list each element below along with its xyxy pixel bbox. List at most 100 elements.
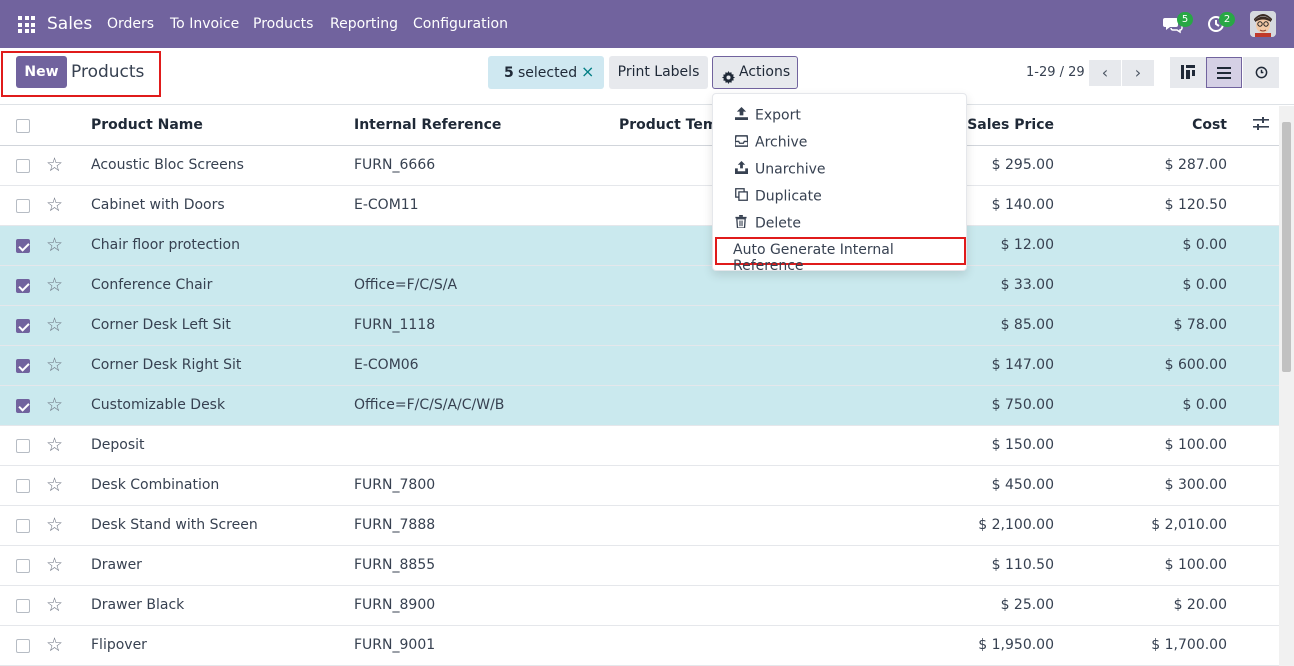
star-icon[interactable]: ☆	[46, 195, 63, 215]
star-icon[interactable]: ☆	[46, 555, 63, 575]
menu-item-delete[interactable]: Delete	[735, 215, 801, 232]
cell-sales-price: $ 85.00	[1000, 317, 1054, 333]
actions-button[interactable]: Actions	[712, 56, 798, 89]
pager-previous-icon[interactable]: ‹	[1089, 60, 1121, 86]
cell-product-name: Desk Combination	[91, 477, 220, 493]
star-icon[interactable]: ☆	[46, 235, 63, 255]
header-product-name[interactable]: Product Name	[91, 117, 203, 133]
row-checkbox[interactable]	[16, 159, 30, 173]
cell-internal-reference: FURN_7888	[354, 517, 436, 533]
menu-item-archive[interactable]: Archive	[734, 134, 807, 151]
activity-badge: 2	[1219, 12, 1235, 27]
menu-item-auto-generate-internal-reference[interactable]: Auto Generate Internal Reference	[733, 242, 966, 274]
table-row[interactable]: ☆ Desk Stand with Screen FURN_7888 $ 2,100.…	[0, 506, 1279, 546]
menu-item-export[interactable]: Export	[735, 107, 801, 124]
table-row[interactable]: ☆ Flipover FURN_9001 $ 1,950.00 $ 1,700.00	[0, 626, 1279, 666]
menu-products[interactable]: Products	[253, 16, 313, 32]
star-icon[interactable]: ☆	[46, 475, 63, 495]
table-row[interactable]: ☆ Deposit $ 150.00 $ 100.00	[0, 426, 1279, 466]
star-icon[interactable]: ☆	[46, 435, 63, 455]
star-icon[interactable]: ☆	[46, 355, 63, 375]
cell-product-name: Corner Desk Right Sit	[91, 357, 242, 373]
gear-icon	[722, 65, 735, 96]
page-title[interactable]: Products	[71, 62, 144, 82]
cell-sales-price: $ 295.00	[991, 157, 1054, 173]
optional-columns-icon[interactable]	[1253, 117, 1269, 135]
table-row[interactable]: ☆ Corner Desk Right Sit E-COM06 $ 147.00 $ 6…	[0, 346, 1279, 386]
cell-sales-price: $ 33.00	[1000, 277, 1054, 293]
cell-product-name: Flipover	[91, 637, 147, 653]
new-button[interactable]: New	[16, 56, 67, 88]
row-checkbox[interactable]	[16, 519, 30, 533]
row-checkbox[interactable]	[16, 319, 30, 333]
pager-value[interactable]: 1-29 / 29	[1026, 65, 1085, 80]
trash-icon	[735, 215, 749, 232]
table-row[interactable]: ☆ Drawer FURN_8855 $ 110.50 $ 100.00	[0, 546, 1279, 586]
table-row[interactable]: ☆ Customizable Desk Office=F/C/S/A/C/W/B $ …	[0, 386, 1279, 426]
row-checkbox[interactable]	[16, 479, 30, 493]
cell-internal-reference: FURN_1118	[354, 317, 436, 333]
user-avatar[interactable]	[1250, 11, 1276, 37]
menu-orders[interactable]: Orders	[107, 16, 154, 32]
app-name[interactable]: Sales	[47, 14, 92, 34]
cell-product-name: Deposit	[91, 437, 145, 453]
row-checkbox[interactable]	[16, 239, 30, 253]
actions-dropdown: Export Archive Unarchive Duplicate Delet…	[712, 93, 967, 274]
menu-configuration[interactable]: Configuration	[413, 16, 508, 32]
cell-cost: $ 300.00	[1164, 477, 1227, 493]
table-row[interactable]: ☆ Acoustic Bloc Screens FURN_6666 $ 295.00 $…	[0, 146, 1279, 186]
cell-product-name: Chair floor protection	[91, 237, 240, 253]
menu-to-invoice[interactable]: To Invoice	[170, 16, 239, 32]
cell-product-name: Corner Desk Left Sit	[91, 317, 231, 333]
cell-product-name: Desk Stand with Screen	[91, 517, 258, 533]
activity-view-icon[interactable]	[1243, 57, 1279, 88]
star-icon[interactable]: ☆	[46, 395, 63, 415]
apps-grid-icon[interactable]	[18, 16, 35, 33]
star-icon[interactable]: ☆	[46, 315, 63, 335]
select-all-checkbox[interactable]	[16, 119, 30, 133]
star-icon[interactable]: ☆	[46, 275, 63, 295]
row-checkbox[interactable]	[16, 359, 30, 373]
row-checkbox[interactable]	[16, 559, 30, 573]
star-icon[interactable]: ☆	[46, 515, 63, 535]
header-cost[interactable]: Cost	[1192, 117, 1227, 133]
table-row[interactable]: ☆ Conference Chair Office=F/C/S/A $ 33.00 $ …	[0, 266, 1279, 306]
header-internal-reference[interactable]: Internal Reference	[354, 117, 501, 133]
table-row[interactable]: ☆ Chair floor protection $ 12.00 $ 0.00	[0, 226, 1279, 266]
cell-cost: $ 0.00	[1182, 237, 1227, 253]
row-checkbox[interactable]	[16, 439, 30, 453]
print-labels-button[interactable]: Print Labels	[609, 56, 708, 89]
cell-product-name: Acoustic Bloc Screens	[91, 157, 244, 173]
table-row[interactable]: ☆ Cabinet with Doors E-COM11 $ 140.00 $ 120.…	[0, 186, 1279, 226]
cell-cost: $ 20.00	[1173, 597, 1227, 613]
scrollbar-thumb[interactable]	[1282, 122, 1291, 372]
clear-selection-icon[interactable]: ×	[581, 62, 594, 81]
table-header: Product Name Internal Reference Product …	[0, 106, 1279, 146]
star-icon[interactable]: ☆	[46, 635, 63, 655]
control-panel: New Products 5 selected × Print Labels A…	[0, 48, 1294, 105]
row-checkbox[interactable]	[16, 399, 30, 413]
cell-sales-price: $ 750.00	[991, 397, 1054, 413]
menu-item-unarchive[interactable]: Unarchive	[735, 161, 826, 178]
table-row[interactable]: ☆ Desk Combination FURN_7800 $ 450.00 $ 300.…	[0, 466, 1279, 506]
table-row[interactable]: ☆ Drawer Black FURN_8900 $ 25.00 $ 20.00	[0, 586, 1279, 626]
scrollbar[interactable]	[1279, 106, 1294, 666]
cell-internal-reference: E-COM11	[354, 197, 419, 213]
cell-internal-reference: FURN_8900	[354, 597, 436, 613]
list-view-icon[interactable]	[1206, 57, 1242, 88]
row-checkbox[interactable]	[16, 199, 30, 213]
star-icon[interactable]: ☆	[46, 155, 63, 175]
table-row[interactable]: ☆ Corner Desk Left Sit FURN_1118 $ 85.00 $ 7…	[0, 306, 1279, 346]
menu-reporting[interactable]: Reporting	[330, 16, 398, 32]
row-checkbox[interactable]	[16, 599, 30, 613]
pager-next-icon[interactable]: ›	[1122, 60, 1154, 86]
cell-internal-reference: FURN_6666	[354, 157, 436, 173]
header-sales-price[interactable]: Sales Price	[967, 117, 1054, 133]
row-checkbox[interactable]	[16, 279, 30, 293]
kanban-view-icon[interactable]	[1170, 57, 1206, 88]
star-icon[interactable]: ☆	[46, 595, 63, 615]
menu-item-duplicate[interactable]: Duplicate	[735, 188, 822, 205]
cell-cost: $ 78.00	[1173, 317, 1227, 333]
copy-icon	[735, 188, 749, 205]
row-checkbox[interactable]	[16, 639, 30, 653]
